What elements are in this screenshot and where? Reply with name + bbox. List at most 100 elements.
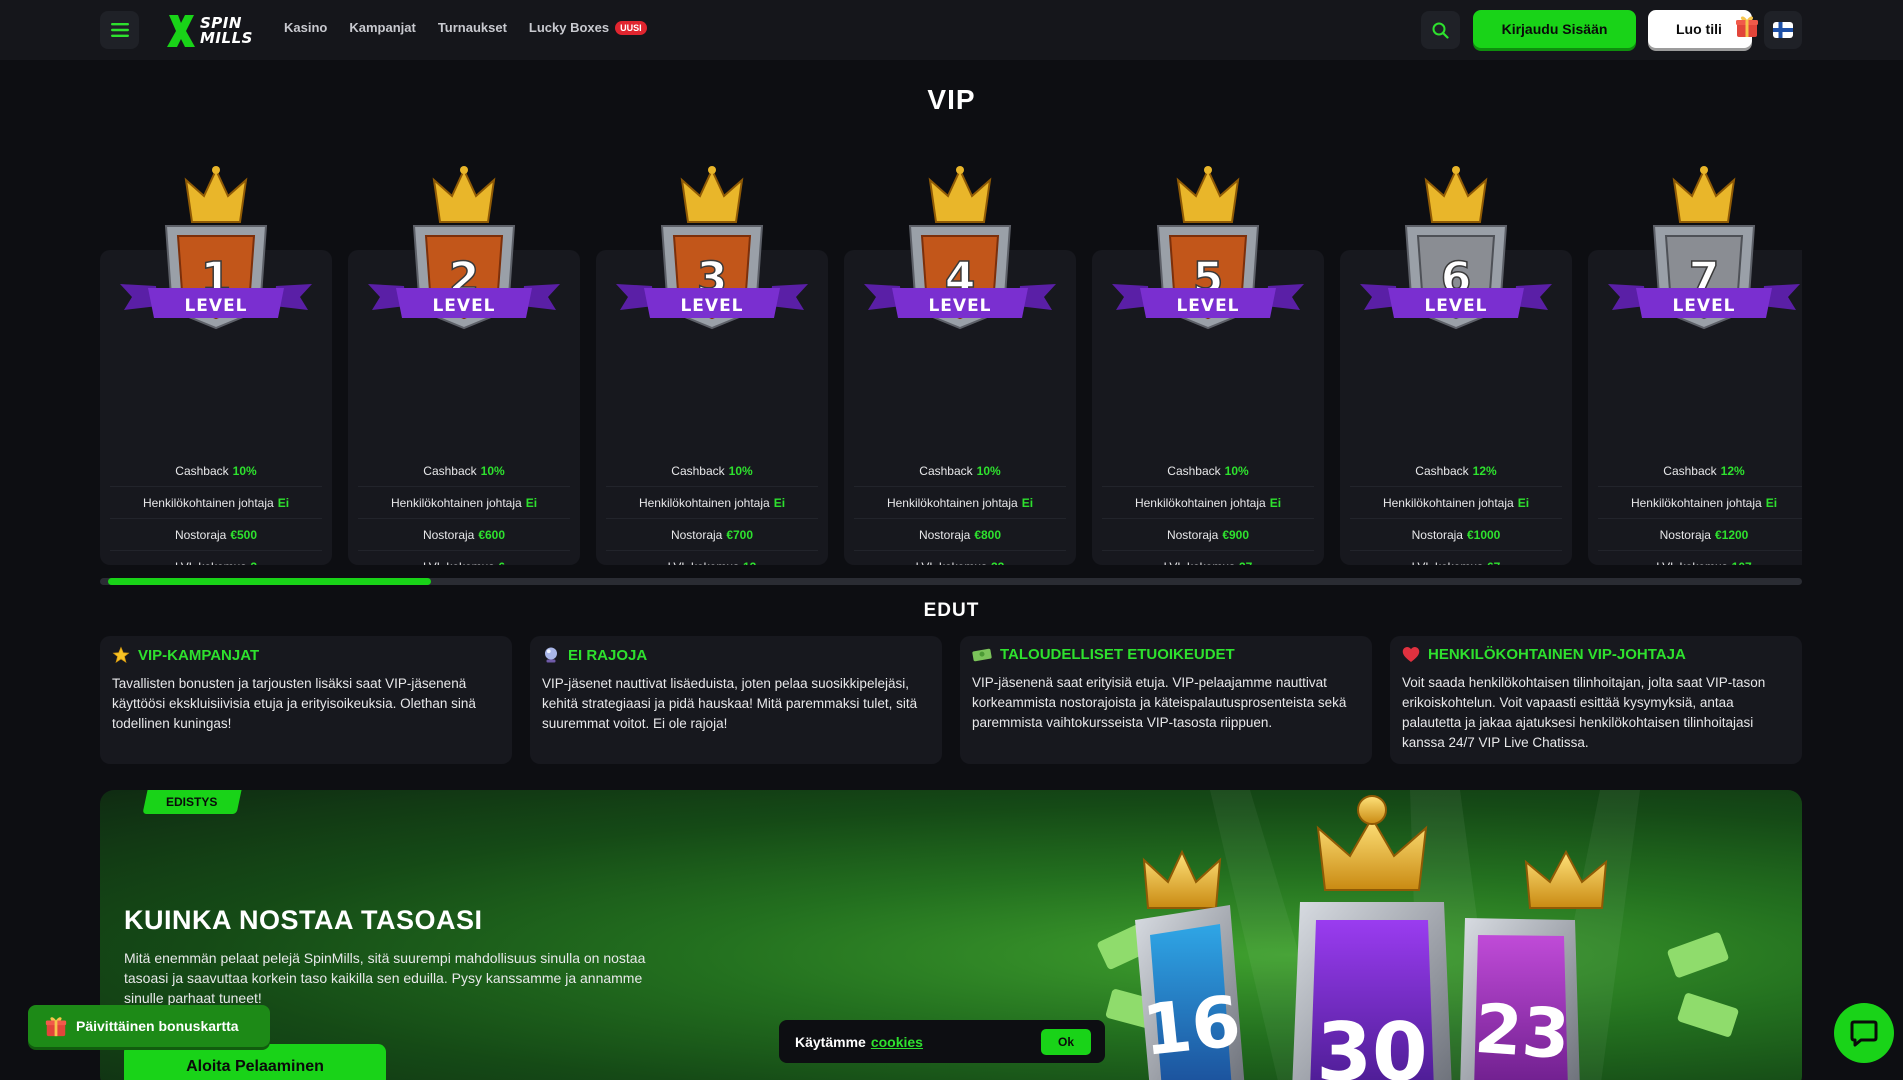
level-row-manager: Henkilökohtainen johtaja Ei [110, 487, 322, 519]
nav-turnaukset[interactable]: Turnaukset [438, 20, 507, 35]
row-label: Nostoraja [174, 527, 227, 542]
level-row-xp: LVL kokemus 22 [854, 551, 1066, 566]
row-label: LVL kokemus [1412, 560, 1483, 566]
vip-levels-carousel[interactable]: 1 LEVEL Cashback 10% Henkilökohtainen jo… [100, 160, 1802, 565]
level-row-xp: LVL kokemus 2 [110, 551, 322, 566]
level-word: LEVEL [184, 296, 247, 316]
star-icon [112, 646, 130, 663]
row-label: Henkilökohtainen johtaja [1134, 495, 1266, 510]
row-value: 2 [250, 560, 257, 566]
level-row-cashback: Cashback 12% [1350, 455, 1562, 487]
benefits-title: EDUT [923, 600, 980, 621]
row-label: Nostoraja [1659, 527, 1711, 542]
row-label: Nostoraja [1411, 527, 1463, 542]
cookie-link[interactable]: cookies [871, 1034, 923, 1050]
crystal-ball-icon [545, 647, 557, 663]
benefit-card-personal-manager: HENKILÖKOHTAINEN VIP-JOHTAJA Voit saada … [1390, 636, 1802, 764]
row-value: €1200 [1714, 527, 1749, 542]
level-benefit-rows: Cashback 10% Henkilökohtainen johtaja Ei… [844, 455, 1076, 565]
level-benefit-rows: Cashback 10% Henkilökohtainen johtaja Ei… [100, 455, 332, 565]
live-chat-button[interactable] [1834, 1003, 1894, 1063]
hamburger-menu-button[interactable] [100, 11, 139, 49]
carousel-scrollbar[interactable] [100, 578, 1802, 585]
heart-icon [1402, 647, 1420, 662]
row-label: Cashback [423, 463, 477, 478]
register-label: Luo tili [1676, 21, 1722, 37]
search-button[interactable] [1421, 11, 1460, 49]
row-value: 10% [480, 463, 505, 478]
vip-title: VIP [927, 84, 976, 115]
row-value: 10% [1224, 463, 1249, 478]
benefits-list: VIP-KAMPANJAT Tavallisten bonusten ja ta… [100, 636, 1802, 764]
main-nav: Kasino Kampanjat Turnaukset Lucky Boxes … [284, 20, 647, 35]
cookie-ok-button[interactable]: Ok [1041, 1029, 1091, 1055]
level-row-manager: Henkilökohtainen johtaja Ei [1598, 487, 1802, 519]
progress-tag-label: EDISTYS [166, 795, 218, 809]
level-row-manager: Henkilökohtainen johtaja Ei [1102, 487, 1314, 519]
start-playing-button[interactable]: Aloita Pelaaminen [124, 1044, 386, 1080]
row-value: 10% [728, 463, 753, 478]
nav-lucky-boxes[interactable]: Lucky Boxes UUSI [529, 20, 647, 35]
row-label: Cashback [671, 463, 725, 478]
gift-icon [45, 1017, 67, 1037]
row-label: LVL kokemus [175, 560, 246, 566]
hamburger-menu-icon [110, 23, 129, 37]
level-benefit-rows: Cashback 10% Henkilökohtainen johtaja Ei… [348, 455, 580, 565]
row-label: LVL kokemus [423, 560, 494, 566]
level-badge-illustration: 4 LEVEL [864, 166, 1056, 330]
badge-number-23: 23 [1472, 990, 1572, 1075]
nav-kampanjat[interactable]: Kampanjat [349, 20, 415, 35]
benefit-title: VIP-KAMPANJAT [138, 646, 260, 664]
row-value: 6 [498, 560, 505, 566]
row-value: Ei [1269, 495, 1282, 510]
row-label: Henkilökohtainen johtaja [638, 495, 770, 510]
row-value: 12% [1472, 463, 1497, 478]
register-button[interactable]: Luo tili [1648, 10, 1758, 48]
level-row-cashback: Cashback 10% [1102, 455, 1314, 487]
level-row-withdrawal: Nostoraja €700 [606, 519, 818, 551]
row-label: Nostoraja [918, 527, 971, 542]
language-selector[interactable] [1764, 11, 1802, 49]
level-benefit-rows: Cashback 10% Henkilökohtainen johtaja Ei… [596, 455, 828, 565]
logo-x-icon [167, 15, 195, 47]
level-word: LEVEL [1176, 296, 1239, 316]
row-value: 10% [976, 463, 1001, 478]
vip-level-card-3: 3 LEVEL Cashback 10% Henkilökohtainen jo… [596, 166, 828, 565]
cookie-text: Käytämme [795, 1033, 866, 1050]
row-value: 37 [1239, 560, 1252, 566]
vip-level-card-5: 5 LEVEL Cashback 10% Henkilökohtainen jo… [1092, 166, 1324, 566]
row-value: €800 [974, 527, 1002, 542]
nav-kasino[interactable]: Kasino [284, 20, 327, 35]
row-value: 107 [1732, 560, 1752, 566]
benefit-card-financial: TALOUDELLISET ETUOIKEUDET VIP-jäsenenä s… [960, 636, 1372, 764]
row-value: Ei [1517, 495, 1530, 510]
level-word: LEVEL [928, 296, 991, 316]
row-label: LVL kokemus [916, 560, 987, 566]
level-badge-illustration: 5 LEVEL [1112, 166, 1304, 330]
row-label: Henkilökohtainen johtaja [886, 495, 1018, 510]
row-label: Nostoraja [670, 527, 723, 542]
badge-number-16: 16 [1139, 980, 1244, 1072]
level-word: LEVEL [1672, 296, 1735, 316]
badge-number-30: 30 [1316, 1006, 1427, 1080]
spinmills-logo[interactable]: SPIN MILLS [166, 12, 253, 50]
row-value: Ei [1765, 495, 1778, 510]
benefit-text: VIP-jäsenet nauttivat lisäeduista, joten… [542, 676, 918, 731]
row-value: €600 [478, 527, 506, 542]
vip-level-card-1: 1 LEVEL Cashback 10% Henkilökohtainen jo… [100, 166, 332, 565]
finnish-flag-icon [1773, 22, 1793, 38]
daily-bonus-map-button[interactable]: Päivittäinen bonuskartta [28, 1005, 270, 1047]
row-value: Ei [277, 495, 290, 510]
level-benefit-rows: Cashback 12% Henkilökohtainen johtaja Ei… [1340, 455, 1572, 565]
gift-icon [1736, 16, 1758, 37]
level-word: LEVEL [432, 296, 495, 316]
row-label: Cashback [1415, 463, 1469, 478]
row-label: Nostoraja [1166, 527, 1219, 542]
login-button[interactable]: Kirjaudu Sisään [1473, 10, 1636, 48]
level-row-xp: LVL kokemus 107 [1598, 551, 1802, 566]
level-row-xp: LVL kokemus 6 [358, 551, 570, 566]
level-row-xp: LVL kokemus 67 [1350, 551, 1562, 566]
row-label: Henkilökohtainen johtaja [1630, 495, 1762, 510]
carousel-scrollbar-thumb[interactable] [108, 578, 431, 585]
row-label: Cashback [919, 463, 973, 478]
